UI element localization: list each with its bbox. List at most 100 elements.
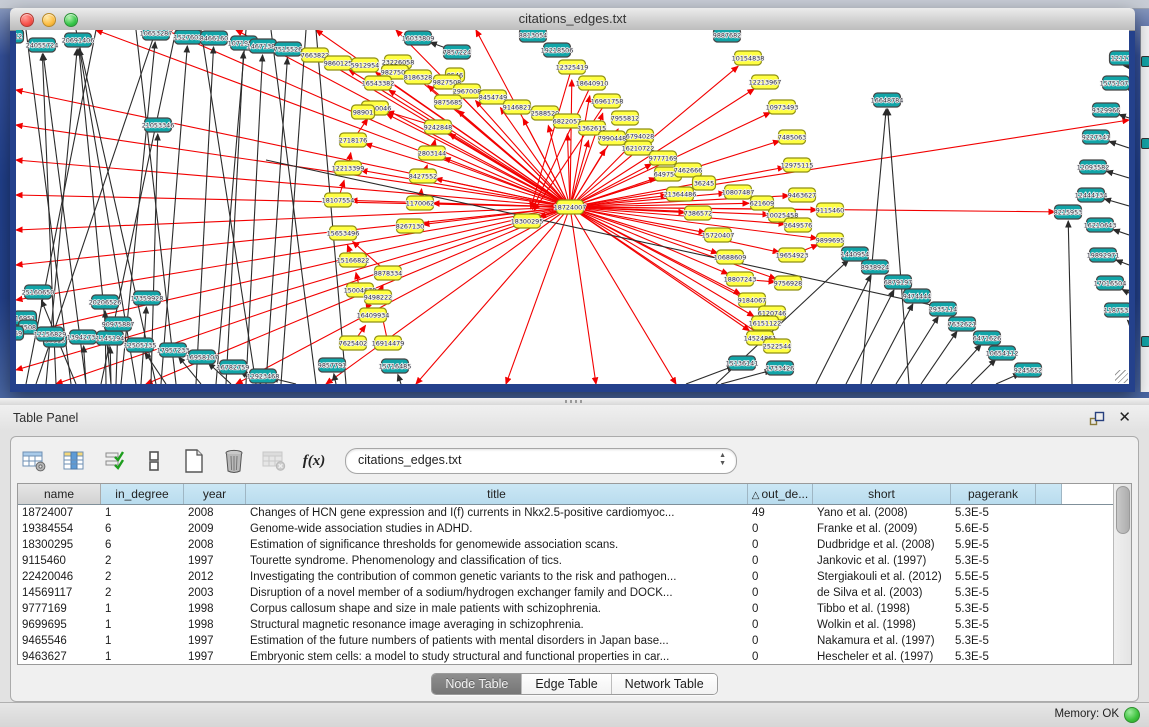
- table-row[interactable]: 2242004622012Investigating the contribut…: [18, 569, 1113, 585]
- graph-node[interactable]: 16210643: [1084, 218, 1117, 232]
- graph-node[interactable]: 18300295: [511, 214, 544, 228]
- graph-node[interactable]: 1145194: [96, 331, 124, 345]
- graph-node[interactable]: 19654923: [776, 248, 809, 262]
- graph-node[interactable]: 2522544: [763, 339, 791, 353]
- graph-node[interactable]: 5912954: [351, 58, 379, 72]
- table-row[interactable]: 946554611997Estimation of the future num…: [18, 633, 1113, 649]
- table-row[interactable]: 1456911722003Disruption of a novel membe…: [18, 585, 1113, 601]
- graph-node[interactable]: 1527602: [174, 30, 202, 44]
- graph-node[interactable]: 2649576: [784, 218, 812, 232]
- graph-node[interactable]: 39159: [16, 326, 24, 340]
- graph-node[interactable]: 16409934: [357, 308, 390, 322]
- graph-node[interactable]: 9474444: [903, 289, 931, 303]
- graph-node[interactable]: 9756928: [774, 276, 802, 290]
- graph-node[interactable]: 9463627: [788, 188, 816, 202]
- graph-node[interactable]: 9184067: [738, 293, 766, 307]
- graph-node[interactable]: 2718176: [339, 133, 367, 147]
- graph-node[interactable]: 1733426: [766, 361, 794, 375]
- graph-node[interactable]: 20691406: [62, 33, 95, 47]
- graph-node[interactable]: 15136141: [726, 356, 759, 370]
- delete-column-button[interactable]: [219, 446, 249, 476]
- graph-node[interactable]: 12444134: [1075, 188, 1108, 202]
- graph-node[interactable]: 16961758: [591, 94, 624, 108]
- graph-node[interactable]: 9227341: [1082, 130, 1110, 144]
- graph-node[interactable]: 16914479: [372, 336, 405, 350]
- graph-node[interactable]: 9857791: [318, 358, 346, 372]
- new-column-button[interactable]: [179, 446, 209, 476]
- graph-node[interactable]: 8267130: [396, 219, 424, 233]
- graph-node[interactable]: 12093582: [1077, 160, 1110, 174]
- graph-node[interactable]: 10973493: [766, 100, 799, 114]
- graph-node[interactable]: 18640910: [576, 76, 609, 90]
- graph-node[interactable]: 20206526: [89, 295, 122, 309]
- tab-node-table[interactable]: Node Table: [432, 674, 522, 694]
- graph-node[interactable]: 9242848: [424, 120, 452, 134]
- graph-node[interactable]: 8215953: [1054, 205, 1082, 219]
- graph-node[interactable]: 36245: [693, 176, 716, 190]
- graph-node[interactable]: 7955812: [611, 111, 639, 125]
- graph-node[interactable]: 9245652: [1014, 363, 1042, 377]
- tab-edge-table[interactable]: Edge Table: [522, 674, 611, 694]
- graph-node[interactable]: 16958107: [186, 350, 219, 364]
- float-panel-icon[interactable]: [1089, 410, 1105, 426]
- graph-node[interactable]: 9887682: [713, 30, 741, 42]
- graph-node[interactable]: 8454749: [479, 90, 507, 104]
- graph-node[interactable]: 18807243: [724, 272, 757, 286]
- network-window-titlebar[interactable]: citations_edges.txt: [10, 8, 1135, 31]
- graph-node[interactable]: 8427552: [409, 169, 437, 183]
- graph-node[interactable]: 12923468: [247, 369, 280, 383]
- graph-node[interactable]: 8813054: [519, 30, 547, 42]
- close-panel-icon[interactable]: ✕: [1118, 408, 1131, 426]
- graph-node[interactable]: 19892971: [1087, 248, 1120, 262]
- graph-node[interactable]: 6879197: [884, 275, 912, 289]
- graph-node[interactable]: 2935114: [929, 302, 957, 316]
- node-table[interactable]: namein_degreeyeartitle△out_de...shortpag…: [18, 484, 1113, 664]
- graph-node[interactable]: 15751074: [1100, 76, 1129, 90]
- graph-node[interactable]: 18107554: [322, 193, 355, 207]
- graph-node[interactable]: 12975115: [781, 158, 814, 172]
- graph-node[interactable]: 7515526: [274, 42, 302, 56]
- graph-node[interactable]: 1187533: [1104, 303, 1129, 317]
- graph-node[interactable]: 9875685: [434, 95, 462, 109]
- graph-node[interactable]: 12325419: [556, 60, 589, 74]
- graph-node[interactable]: 9498222: [364, 290, 392, 304]
- graph-node[interactable]: 10807487: [722, 185, 755, 199]
- graph-node[interactable]: 10653287: [140, 30, 173, 40]
- row-selection-mode-button[interactable]: [99, 446, 129, 476]
- graph-node[interactable]: 9860125: [324, 56, 352, 70]
- graph-node[interactable]: 25160650: [22, 285, 55, 299]
- graph-node[interactable]: 16151122: [749, 316, 782, 330]
- graph-node[interactable]: 9146821: [503, 100, 531, 114]
- graph-node[interactable]: 18724007: [554, 200, 587, 214]
- graph-node[interactable]: 10154838: [732, 51, 765, 65]
- graph-node[interactable]: 7485063: [778, 130, 806, 144]
- graph-node[interactable]: 12117: [1110, 51, 1130, 65]
- graph-node[interactable]: 7632621: [948, 317, 976, 331]
- network-graph-canvas[interactable]: 1691224055724206914061065328715276028466…: [16, 30, 1129, 384]
- function-builder-button[interactable]: f(x): [299, 446, 329, 476]
- graph-node[interactable]: 8938924: [861, 260, 889, 274]
- graph-node[interactable]: 16648784: [871, 93, 904, 107]
- split-view-button[interactable]: [139, 446, 169, 476]
- table-row[interactable]: 911546021997Tourette syndrome. Phenomeno…: [18, 553, 1113, 569]
- graph-node[interactable]: 12213399: [332, 161, 365, 175]
- graph-node[interactable]: 12156829: [34, 327, 67, 341]
- graph-node[interactable]: 12213967: [749, 75, 782, 89]
- graph-node[interactable]: 90975887: [102, 317, 135, 331]
- graph-node[interactable]: 17957233: [157, 343, 190, 357]
- graph-node[interactable]: 2803144: [418, 146, 446, 160]
- table-row[interactable]: 1872400712008Changes of HCN gene express…: [18, 505, 1113, 521]
- table-row[interactable]: 1830029562008Estimation of significance …: [18, 537, 1113, 553]
- graph-node[interactable]: 10688609: [714, 250, 747, 264]
- graph-node[interactable]: 8466160: [200, 31, 228, 45]
- column-header-pagerank[interactable]: pagerank: [951, 484, 1036, 504]
- graph-node[interactable]: 9329966: [1092, 103, 1120, 117]
- graph-node[interactable]: 15720407: [702, 228, 735, 242]
- show-columns-button[interactable]: [59, 446, 89, 476]
- column-header-in_degree[interactable]: in_degree: [101, 484, 184, 504]
- graph-node[interactable]: 98901: [352, 105, 375, 119]
- column-header-title[interactable]: title: [246, 484, 748, 504]
- table-selector-dropdown[interactable]: citations_edges.txt ▲▼: [345, 448, 737, 474]
- graph-node[interactable]: 15716485: [379, 359, 412, 373]
- column-header-spacer[interactable]: [1036, 484, 1062, 504]
